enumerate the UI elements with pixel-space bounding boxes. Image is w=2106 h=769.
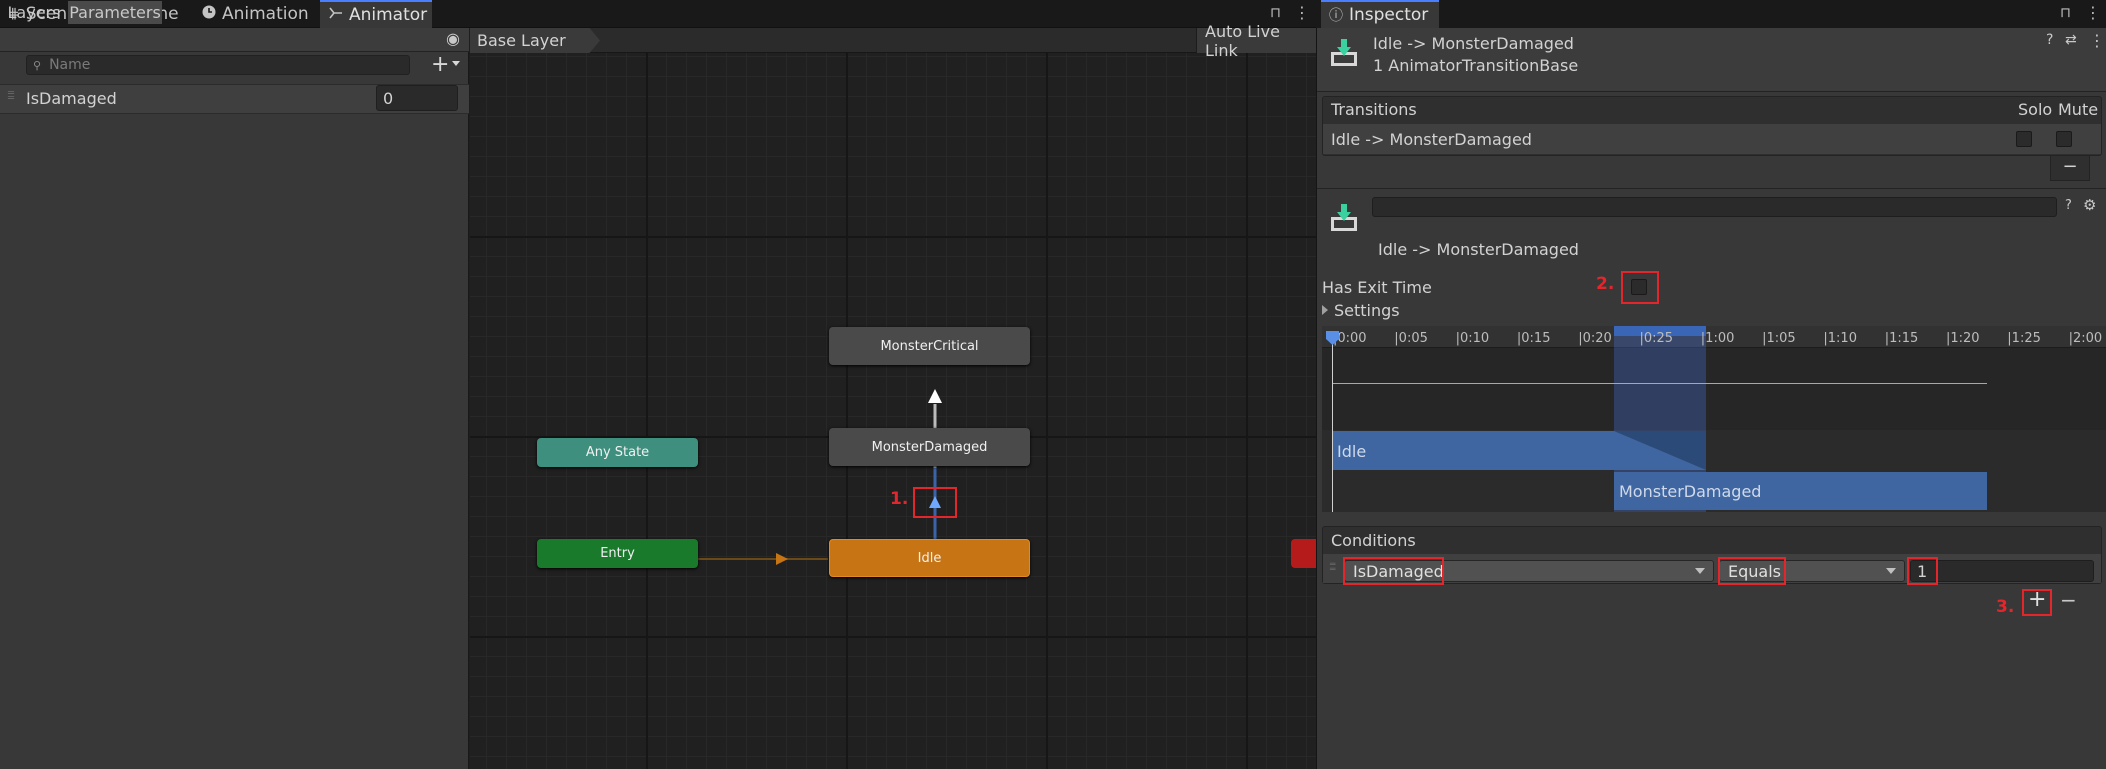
header-more-icon[interactable]: ⋮ xyxy=(2089,31,2105,50)
timeline-tick-label: |0:20 xyxy=(1578,331,1612,346)
annotation-box-value xyxy=(1907,557,1938,585)
inspector-title: Idle -> MonsterDamaged xyxy=(1373,34,1574,53)
chevron-down-icon xyxy=(1695,568,1705,574)
info-icon: ⓘ xyxy=(1329,8,1343,24)
playhead-line xyxy=(1332,333,1333,512)
clock-icon xyxy=(202,5,216,23)
state-entry[interactable]: Entry xyxy=(537,539,698,568)
remove-transition-button[interactable]: − xyxy=(2050,156,2090,181)
timeline-tick-label: |1:15 xyxy=(1884,331,1919,346)
playhead-marker[interactable] xyxy=(1325,330,1340,346)
solo-checkbox[interactable] xyxy=(2016,131,2032,147)
transition-name-field[interactable] xyxy=(1372,197,2057,217)
timeline-idle-label: Idle xyxy=(1337,442,1367,461)
annotation-box-mode xyxy=(1718,557,1786,585)
timeline-tick-label: |0:10 xyxy=(1455,331,1490,346)
timeline-tick-label: |0:15 xyxy=(1516,331,1551,346)
gear-icon[interactable]: ⚙ xyxy=(2083,196,2096,214)
settings-foldout-arrow[interactable] xyxy=(1322,305,1328,315)
chevron-down-icon[interactable] xyxy=(452,61,460,66)
detail-title: Idle -> MonsterDamaged xyxy=(1378,240,1579,259)
add-condition-button[interactable]: + xyxy=(2028,587,2046,612)
inspector-lock-icon[interactable]: ⊓ xyxy=(2060,5,2071,21)
tab-parameters[interactable]: Parameters xyxy=(68,1,162,24)
timeline-tick-label: |1:05 xyxy=(1762,331,1796,346)
presets-icon[interactable]: ⇄ xyxy=(2065,32,2077,48)
help-icon[interactable]: ? xyxy=(2046,32,2053,48)
timeline-tick-label: |0:05 xyxy=(1394,331,1428,346)
timeline-tick-label: |1:10 xyxy=(1823,331,1857,346)
lock-icon[interactable]: ⊓ xyxy=(1270,5,1281,21)
eye-icon[interactable]: ◉ xyxy=(446,29,460,48)
state-monster-damaged[interactable]: MonsterDamaged xyxy=(829,428,1030,466)
annotation-1: 1. xyxy=(890,489,909,509)
transition-lines xyxy=(698,389,942,565)
transition-row-label: Idle -> MonsterDamaged xyxy=(1331,130,1532,149)
divider xyxy=(1317,188,2106,189)
solo-header: Solo xyxy=(2018,100,2053,119)
inspector-subtitle: 1 AnimatorTransitionBase xyxy=(1373,56,1579,75)
add-parameter-button[interactable]: + xyxy=(431,52,449,77)
transition-icon xyxy=(1331,39,1357,66)
condition-drag-handle-icon[interactable]: ═ ═ xyxy=(1330,561,1335,575)
state-any-state[interactable]: Any State xyxy=(537,438,698,467)
annotation-2: 2. xyxy=(1596,274,1615,294)
timeline-tick-label: |1:25 xyxy=(2007,331,2041,346)
has-exit-time-label: Has Exit Time xyxy=(1322,278,1432,297)
parameter-value-field[interactable]: 0 xyxy=(376,85,458,111)
settings-label[interactable]: Settings xyxy=(1334,301,1400,320)
timeline-damaged-label: MonsterDamaged xyxy=(1619,482,1762,501)
annotation-3: 3. xyxy=(1996,597,2015,617)
parameters-panel xyxy=(0,28,469,769)
tab-layers[interactable]: Layers xyxy=(0,1,68,24)
state-monster-critical[interactable]: MonsterCritical xyxy=(829,327,1030,365)
chevron-down-icon xyxy=(1886,568,1896,574)
mute-checkbox[interactable] xyxy=(2056,131,2072,147)
inspector-more-icon[interactable]: ⋮ xyxy=(2085,3,2101,22)
timeline-tick-label: |0:25 xyxy=(1639,331,1674,346)
mute-header: Mute xyxy=(2058,100,2099,119)
tab-inspector[interactable]: ⓘ Inspector xyxy=(1321,0,1439,28)
timeline-curve xyxy=(1333,383,1987,384)
blend-triangle xyxy=(1614,431,1706,470)
timeline-curve-area xyxy=(1322,348,2106,430)
drag-handle-icon[interactable]: ═ ═ xyxy=(8,89,14,104)
left-tabs xyxy=(0,28,469,52)
remove-condition-button[interactable]: − xyxy=(2060,588,2077,612)
timeline-tick-label: |1:00 xyxy=(1700,331,1735,346)
timeline-tick-label: |1:20 xyxy=(1946,331,1980,346)
search-icon: ⚲ xyxy=(33,58,42,72)
detail-help-icon[interactable]: ? xyxy=(2065,198,2072,213)
animator-icon xyxy=(329,7,343,23)
editor-tab-bar xyxy=(0,0,1316,28)
transition-arrow-idle-to-damaged[interactable] xyxy=(928,495,942,509)
transition-arrow-damaged-to-critical xyxy=(928,389,942,403)
timeline-tick-label: |2:00 xyxy=(2068,331,2103,346)
transition-detail-icon xyxy=(1331,204,1357,231)
more-icon[interactable]: ⋮ xyxy=(1294,3,1310,22)
transition-arrow-entry-to-idle xyxy=(776,553,788,565)
state-exit[interactable] xyxy=(1291,539,1316,568)
tab-animator[interactable]: Animator xyxy=(320,0,432,28)
state-idle[interactable]: Idle xyxy=(829,539,1030,577)
has-exit-time-checkbox[interactable] xyxy=(1631,279,1647,295)
conditions-header: Conditions xyxy=(1331,531,1416,550)
annotation-box-parameter xyxy=(1343,557,1444,585)
tab-animation[interactable]: Animation xyxy=(202,0,309,28)
parameter-search-input[interactable]: ⚲ Name xyxy=(26,55,410,75)
parameter-name: IsDamaged xyxy=(26,89,117,108)
transitions-header: Transitions xyxy=(1331,100,1417,119)
